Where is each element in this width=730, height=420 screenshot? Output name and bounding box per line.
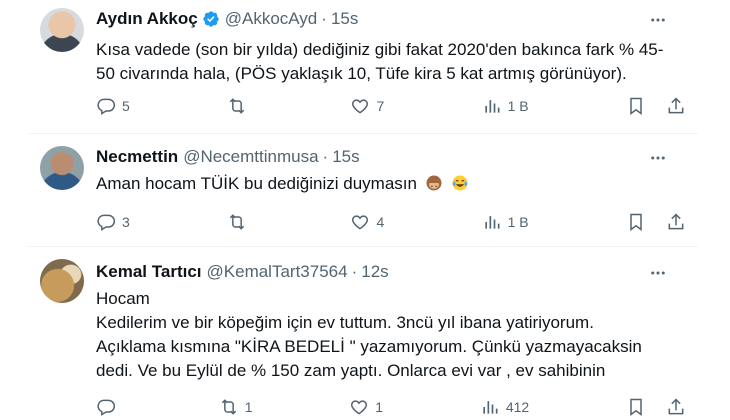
views-icon <box>483 401 498 414</box>
tweet-line: 50 civarında hala, (PÖS yaklaşık 10, Tüf… <box>96 64 627 83</box>
retweet-button[interactable] <box>227 96 253 116</box>
tweet-2[interactable]: Necmettin @Necemttinmusa · 15s Aman hoca… <box>0 134 700 246</box>
more-icon[interactable] <box>648 148 668 168</box>
retweet-count: 1 <box>244 399 253 415</box>
reply-button[interactable]: 3 <box>96 212 130 232</box>
views-button[interactable]: 412 <box>480 397 529 417</box>
views-count: 1 B <box>507 98 529 114</box>
retweet-button[interactable]: 1 <box>219 397 253 417</box>
more-icon[interactable] <box>648 10 668 30</box>
reply-icon <box>97 399 116 416</box>
avatar[interactable] <box>40 146 84 190</box>
like-count: 1 <box>375 399 384 415</box>
views-icon <box>484 100 500 113</box>
views-button[interactable]: 1 B <box>482 212 529 232</box>
more-icon[interactable] <box>648 263 668 283</box>
like-count: 7 <box>376 98 385 114</box>
action-bar: 5 7 1 B <box>96 96 686 116</box>
tweet-line: Kısa vadede (son bir yılda) dediğiniz gi… <box>96 40 664 59</box>
share-icon[interactable] <box>666 397 686 417</box>
tweet-line: Hocam <box>96 289 150 308</box>
tweet-line: dedi. Ve bu Eylül de % 150 zam yaptı. On… <box>96 361 606 380</box>
tweet-header: Aydın Akkoç @AkkocAyd · 15s <box>96 9 358 29</box>
reply-icon <box>97 214 116 231</box>
retweet-icon <box>229 98 245 114</box>
tweet-1[interactable]: Aydın Akkoç @AkkocAyd · 15s Kısa vadede … <box>0 0 700 133</box>
timestamp[interactable]: 12s <box>361 262 388 282</box>
separator-dot: · <box>322 147 329 166</box>
bookmark-icon[interactable] <box>626 96 646 116</box>
share-icon[interactable] <box>666 96 686 116</box>
avatar[interactable] <box>40 8 84 52</box>
tweet-text: Aman hocam TÜİK bu dediğinizi duymasın <box>96 172 696 196</box>
author-name[interactable]: Aydın Akkoç <box>96 9 198 29</box>
action-bar: 1 1 412 <box>96 397 686 417</box>
tweet-text: Kısa vadede (son bir yılda) dediğiniz gi… <box>96 38 696 86</box>
timestamp[interactable]: 15s <box>331 9 358 29</box>
bookmark-icon[interactable] <box>626 397 646 417</box>
views-icon <box>484 216 500 229</box>
reply-button[interactable]: 5 <box>96 96 130 116</box>
views-count: 412 <box>505 399 530 415</box>
like-icon <box>352 215 369 230</box>
tweet-header: Necmettin @Necemttinmusa · 15s <box>96 147 360 167</box>
reply-count: 5 <box>122 98 130 114</box>
timestamp[interactable]: 15s <box>332 147 359 167</box>
author-handle[interactable]: @AkkocAyd <box>225 9 318 29</box>
like-icon <box>352 99 369 114</box>
see-no-evil-monkey-emoji <box>426 175 442 191</box>
tweet-line-text: Aman hocam TÜİK bu dediğinizi duymasın <box>96 174 417 193</box>
like-count: 4 <box>376 214 385 230</box>
tweet-line: Kedilerim ve bir köpeğim için ev tuttum.… <box>96 313 594 332</box>
action-bar: 3 4 1 B <box>96 212 686 232</box>
views-button[interactable]: 1 B <box>482 96 529 116</box>
reply-button[interactable] <box>96 397 122 417</box>
retweet-button[interactable] <box>227 212 253 232</box>
tweet-3[interactable]: Kemal Tartıcı @KemalTart37564 · 12s Hoca… <box>0 247 700 420</box>
like-button[interactable]: 4 <box>350 212 384 232</box>
author-handle[interactable]: @Necemttinmusa <box>183 147 318 167</box>
like-icon <box>351 400 368 415</box>
separator-dot: · <box>351 262 358 281</box>
tears-of-joy-emoji <box>452 175 468 191</box>
reply-icon <box>97 98 116 115</box>
tweet-text: Hocam Kedilerim ve bir köpeğim için ev t… <box>96 287 696 383</box>
author-handle[interactable]: @KemalTart37564 <box>207 262 348 282</box>
reply-count: 3 <box>122 214 130 230</box>
verified-badge-icon <box>203 11 219 27</box>
like-button[interactable]: 7 <box>350 96 384 116</box>
views-count: 1 B <box>507 214 529 230</box>
separator-dot: · <box>321 9 327 28</box>
tweet-header: Kemal Tartıcı @KemalTart37564 · 12s <box>96 262 389 282</box>
retweet-icon <box>221 399 236 415</box>
author-name[interactable]: Kemal Tartıcı <box>96 262 202 282</box>
tweet-line: Açıklama kısmına "KİRA BEDELİ " yazamıyo… <box>96 337 642 356</box>
bookmark-icon[interactable] <box>626 212 646 232</box>
avatar[interactable] <box>40 259 84 303</box>
author-name[interactable]: Necmettin <box>96 147 178 167</box>
retweet-icon <box>229 214 245 230</box>
share-icon[interactable] <box>666 212 686 232</box>
tweet-line: Aman hocam TÜİK bu dediğinizi duymasın <box>96 172 696 196</box>
like-button[interactable]: 1 <box>349 397 383 417</box>
